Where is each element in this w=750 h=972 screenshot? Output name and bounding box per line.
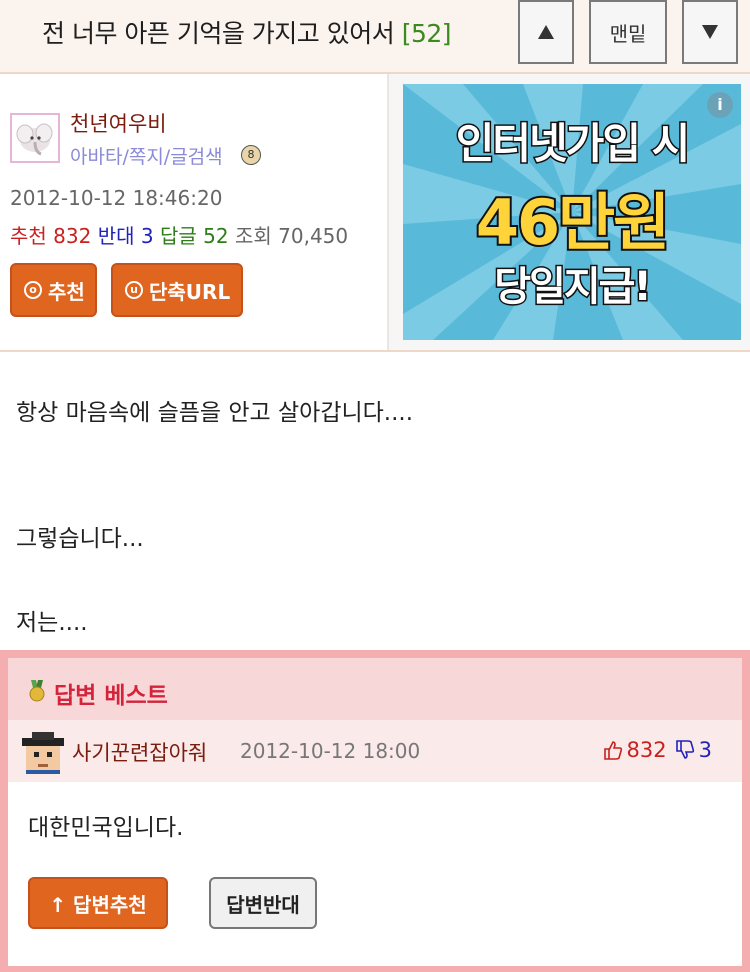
recommend-label: 추천 — [48, 279, 85, 304]
answer-meta-bar: 사기꾼련잡아줘 2012-10-12 18:00 832 3 — [8, 720, 742, 782]
recommend-button[interactable]: o 추천 — [10, 263, 97, 317]
short-url-label: 단축URL — [149, 279, 231, 304]
circle-u-icon: u — [125, 281, 143, 299]
rec-count: 832 — [53, 224, 92, 248]
ad-headline: 인터넷가입 시 — [454, 118, 691, 170]
elephant-avatar-icon — [16, 123, 53, 156]
thumbs-up-icon — [603, 741, 622, 760]
answer-up-count: 832 — [626, 738, 667, 762]
content-line-2: 그렇습니다... — [16, 526, 144, 552]
thumbs-down-icon — [675, 740, 694, 759]
view-label: 조회 — [234, 224, 272, 248]
content-line-1: 항상 마음속에 슬픔을 안고 살아갑니다.... — [16, 400, 414, 426]
answer-oppose-button[interactable]: 답변반대 — [209, 877, 317, 929]
answer-down-count: 3 — [698, 738, 712, 762]
author-name[interactable]: 천년여우비 — [70, 108, 167, 138]
divider — [387, 74, 389, 350]
opp-label: 반대 — [97, 224, 135, 248]
post-title-text: 전 너무 아픈 기억을 가지고 있어서 — [42, 19, 395, 48]
title-bar: 전 너무 아픈 기억을 가지고 있어서 [52] 맨밑 — [0, 0, 750, 74]
content-line-3: 저는.... — [16, 610, 88, 636]
post-info: 천년여우비 아바타/쪽지/글검색 8 2012-10-12 18:46:20 추… — [0, 74, 750, 352]
answer-card: 사기꾼련잡아줘 2012-10-12 18:00 832 3 대한민국입니다. … — [8, 720, 742, 966]
answer-date: 2012-10-12 18:00 — [240, 739, 421, 763]
scroll-down-button[interactable] — [682, 0, 738, 64]
post-title: 전 너무 아픈 기억을 가지고 있어서 [52] — [42, 14, 452, 50]
scroll-up-button[interactable] — [518, 0, 574, 64]
ad-subline: 당일지급! — [493, 263, 653, 312]
post-date: 2012-10-12 18:46:20 — [10, 186, 223, 210]
answer-text: 대한민국입니다. — [28, 815, 184, 841]
author-avatar[interactable] — [10, 113, 60, 163]
ad-info-icon[interactable]: i — [707, 92, 733, 118]
answer-avatar-icon[interactable] — [22, 732, 64, 774]
ad-amount: 46만원 — [474, 184, 672, 261]
reply-count: [52] — [401, 19, 452, 48]
best-answer-title: 답변 베스트 — [54, 683, 168, 709]
level-icon: 8 — [241, 145, 261, 165]
medal-icon — [29, 680, 45, 702]
triangle-up-icon — [538, 25, 554, 39]
rec-label: 추천 — [10, 224, 47, 248]
view-count: 70,450 — [278, 224, 349, 248]
short-url-button[interactable]: u 단축URL — [111, 263, 243, 317]
opp-count: 3 — [140, 224, 154, 248]
best-answer-header: 답변 베스트 — [8, 658, 742, 720]
go-bottom-button[interactable]: 맨밑 — [589, 0, 667, 64]
reply-label: 답글 — [159, 224, 197, 248]
triangle-down-icon — [702, 25, 718, 39]
ad-banner[interactable]: 인터넷가입 시 46만원 당일지급! i — [403, 84, 741, 340]
answer-recommend-button[interactable]: ↑ 답변추천 — [28, 877, 168, 929]
reply-stat-count: 52 — [203, 224, 229, 248]
answer-votes: 832 3 — [603, 738, 712, 762]
best-answer-section: 답변 베스트 사기꾼련잡아줘 2012-10-12 18:00 832 3 대한… — [0, 650, 750, 972]
author-links[interactable]: 아바타/쪽지/글검색 — [70, 142, 223, 169]
circle-o-icon: o — [24, 281, 42, 299]
post-stats: 추천 832 반대 3 답글 52 조회 70,450 — [10, 220, 348, 249]
answer-author[interactable]: 사기꾼련잡아줘 — [72, 737, 207, 767]
